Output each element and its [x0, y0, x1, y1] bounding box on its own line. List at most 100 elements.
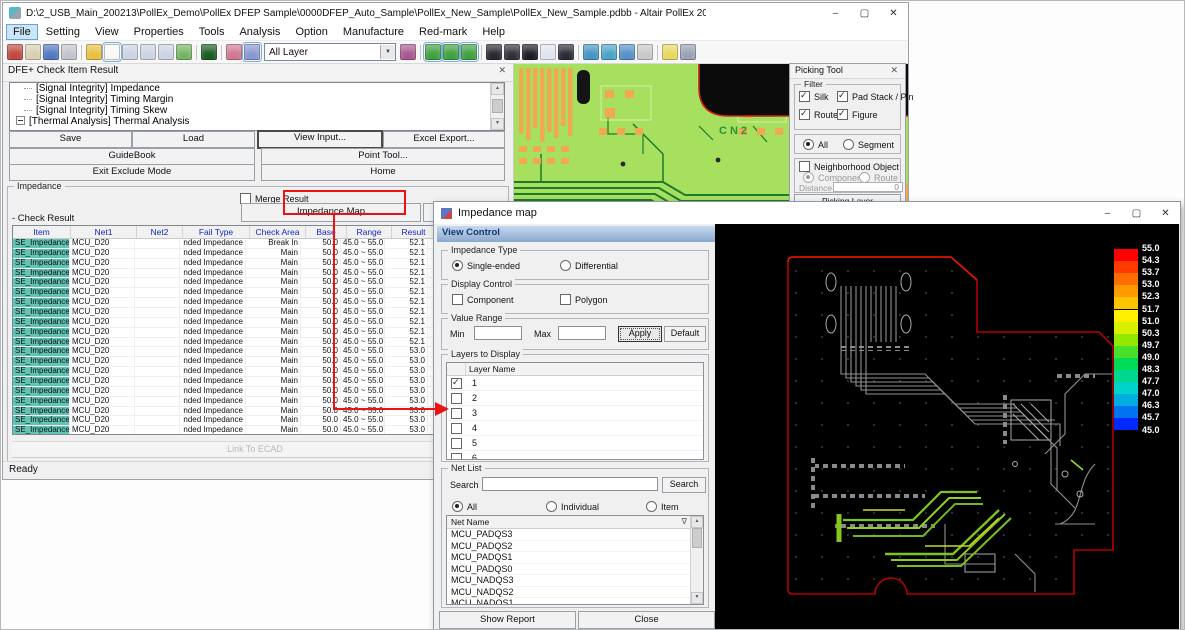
layer-checkbox[interactable] [451, 423, 462, 434]
table-row[interactable]: SE_ImpedanceMCU_D20nded ImpedanceMain50.… [13, 259, 499, 269]
redmark-brush-icon[interactable] [86, 44, 102, 60]
stackup-top-icon[interactable] [486, 44, 502, 60]
column-header-net2[interactable]: Net2 [137, 226, 183, 238]
table-row[interactable]: SE_ImpedanceMCU_D20nded ImpedanceMain50.… [13, 318, 499, 328]
distance-input[interactable]: 0 [833, 182, 903, 192]
route-checkbox[interactable]: Route [799, 109, 838, 120]
assembly-view-icon[interactable] [226, 44, 242, 60]
layer-checkbox[interactable] [451, 438, 462, 449]
net-scope-item-radio[interactable]: Item [646, 501, 679, 512]
default-button[interactable]: Default [664, 326, 706, 342]
polygon-checkbox[interactable]: Polygon [560, 294, 608, 305]
net-list-item[interactable]: MCU_NADQS3 [447, 575, 703, 587]
layer-name-column-header[interactable]: Layer Name [469, 363, 515, 375]
net-list-scrollbar[interactable]: ▲▼ [690, 516, 703, 604]
min-input[interactable] [474, 326, 522, 340]
save-icon[interactable] [43, 44, 59, 60]
close-button[interactable]: Close [578, 611, 715, 629]
layer-row-3[interactable]: 3 [447, 406, 703, 421]
differential-radio[interactable]: Differential [560, 260, 618, 271]
net-list-item[interactable]: MCU_PADQS3 [447, 529, 703, 541]
hint-icon[interactable] [662, 44, 678, 60]
column-header-net1[interactable]: Net1 [71, 226, 137, 238]
load-button[interactable]: Load [132, 131, 255, 148]
figure-checkbox[interactable]: Figure [837, 109, 878, 120]
layer-row-5[interactable]: 5 [447, 436, 703, 451]
table-row[interactable]: SE_ImpedanceMCU_D20nded ImpedanceMain50.… [13, 249, 499, 259]
menu-manufacture[interactable]: Manufacture [336, 24, 411, 40]
stackup-inner2-icon[interactable] [522, 44, 538, 60]
stackup-inner1-icon[interactable] [504, 44, 520, 60]
table-row[interactable]: SE_ImpedanceMCU_D20nded ImpedanceMain50.… [13, 347, 499, 357]
tree-item[interactable]: [Signal Integrity] Timing Margin [10, 94, 504, 105]
table-row[interactable]: SE_ImpedanceMCU_D20nded ImpedanceMain50.… [13, 377, 499, 387]
net-scope-individual-radio[interactable]: Individual [546, 501, 599, 512]
layer-row-1[interactable]: 1 [447, 376, 703, 391]
screen-capture-icon[interactable] [176, 44, 192, 60]
layer-checkbox[interactable] [451, 393, 462, 404]
column-header-base[interactable]: Base [306, 226, 347, 238]
guidebook-button[interactable]: GuideBook [9, 148, 255, 165]
print-icon[interactable] [61, 44, 77, 60]
table-row[interactable]: SE_ImpedanceMCU_D20nded ImpedanceMain50.… [13, 278, 499, 288]
tree-scrollbar[interactable]: ▲▼ [490, 83, 504, 130]
menu-help[interactable]: Help [475, 24, 512, 40]
table-row[interactable]: SE_ImpedanceMCU_D20nded ImpedanceMain50.… [13, 416, 499, 426]
grid-view-icon[interactable] [540, 44, 556, 60]
table-row[interactable]: SE_ImpedanceMCU_D20nded ImpedanceMain50.… [13, 269, 499, 279]
silk-checkbox[interactable]: Silk [799, 91, 829, 102]
stackup-bottom-icon[interactable] [558, 44, 574, 60]
scroll-down-icon[interactable]: ▼ [491, 118, 504, 130]
maximize-icon[interactable]: ▢ [850, 4, 879, 23]
table-row[interactable]: SE_ImpedanceMCU_D20nded ImpedanceMain50.… [13, 298, 499, 308]
net-list-item[interactable]: MCU_NADQS2 [447, 587, 703, 599]
layer-row-6[interactable]: 6 [447, 451, 703, 460]
pad-stack-pin-checkbox[interactable]: Pad Stack / Pin [837, 91, 914, 102]
table-row[interactable]: SE_ImpedanceMCU_D20nded ImpedanceMain50.… [13, 288, 499, 298]
dialog-maximize-icon[interactable]: ▢ [1122, 204, 1151, 223]
apply-button[interactable]: Apply [618, 326, 662, 342]
net-scope-all-radio[interactable]: All [452, 501, 477, 512]
menu-tools[interactable]: Tools [192, 24, 232, 40]
impedance-map-canvas[interactable]: 55.054.353.753.052.351.751.050.349.749.0… [715, 224, 1179, 629]
tree-item[interactable]: [Signal Integrity] Impedance [10, 83, 504, 94]
layer-control-icon[interactable] [244, 44, 260, 60]
menu-setting[interactable]: Setting [39, 24, 87, 40]
dialog-minimize-icon[interactable]: – [1093, 204, 1122, 223]
scroll-down-icon[interactable]: ▼ [691, 592, 703, 604]
search-button[interactable]: Search [662, 477, 706, 493]
single-ended-radio[interactable]: Single-ended [452, 260, 520, 271]
combo-arrow-icon[interactable]: ▼ [380, 45, 395, 59]
table-row[interactable]: SE_ImpedanceMCU_D20nded ImpedanceMain50.… [13, 357, 499, 367]
link-to-ecad-button[interactable]: Link To ECAD [12, 441, 498, 458]
component-checkbox[interactable]: Component [452, 294, 514, 305]
scroll-up-icon[interactable]: ▲ [491, 83, 504, 95]
net-check-icon[interactable] [583, 44, 599, 60]
tree-item[interactable]: [Thermal Analysis] Thermal Analysis [10, 116, 504, 127]
table-row[interactable]: SE_ImpedanceMCU_D20nded ImpedanceBreak I… [13, 239, 499, 249]
dialog-close-icon[interactable]: ✕ [1151, 204, 1180, 223]
menu-file[interactable]: File [6, 24, 38, 40]
check-panel-close-icon[interactable]: ✕ [498, 65, 508, 80]
neighborhood-object-checkbox[interactable]: Neighborhood Object [799, 161, 899, 172]
layer-row-4[interactable]: 4 [447, 421, 703, 436]
save-button[interactable]: Save [9, 131, 132, 148]
scope-all-radio[interactable]: All [803, 139, 828, 150]
net-list-item[interactable]: MCU_NADQS1 [447, 598, 703, 605]
close-icon[interactable]: ✕ [879, 4, 908, 23]
tree-item[interactable]: [Signal Integrity] Timing Skew [10, 105, 504, 116]
check-item-tree[interactable]: [Signal Integrity] Impedance[Signal Inte… [9, 82, 505, 131]
exit-exclude-mode-button[interactable]: Exit Exclude Mode [9, 164, 255, 181]
net-search-input[interactable] [482, 477, 658, 491]
column-header-range[interactable]: Range [347, 226, 392, 238]
idle-tool-icon[interactable] [637, 44, 653, 60]
new-document-icon[interactable] [7, 44, 23, 60]
net-name-list[interactable]: Net Name ∇ MCU_PADQS3MCU_PADQS2MCU_PADQS… [446, 515, 704, 605]
via-check-icon[interactable] [601, 44, 617, 60]
zoom-window-icon[interactable] [158, 44, 174, 60]
table-row[interactable]: SE_ImpedanceMCU_D20nded ImpedanceMain50.… [13, 328, 499, 338]
menu-red-mark[interactable]: Red-mark [412, 24, 474, 40]
drc-check-icon[interactable] [619, 44, 635, 60]
scroll-thumb[interactable] [492, 99, 503, 113]
bottom-layer-icon[interactable] [443, 44, 459, 60]
